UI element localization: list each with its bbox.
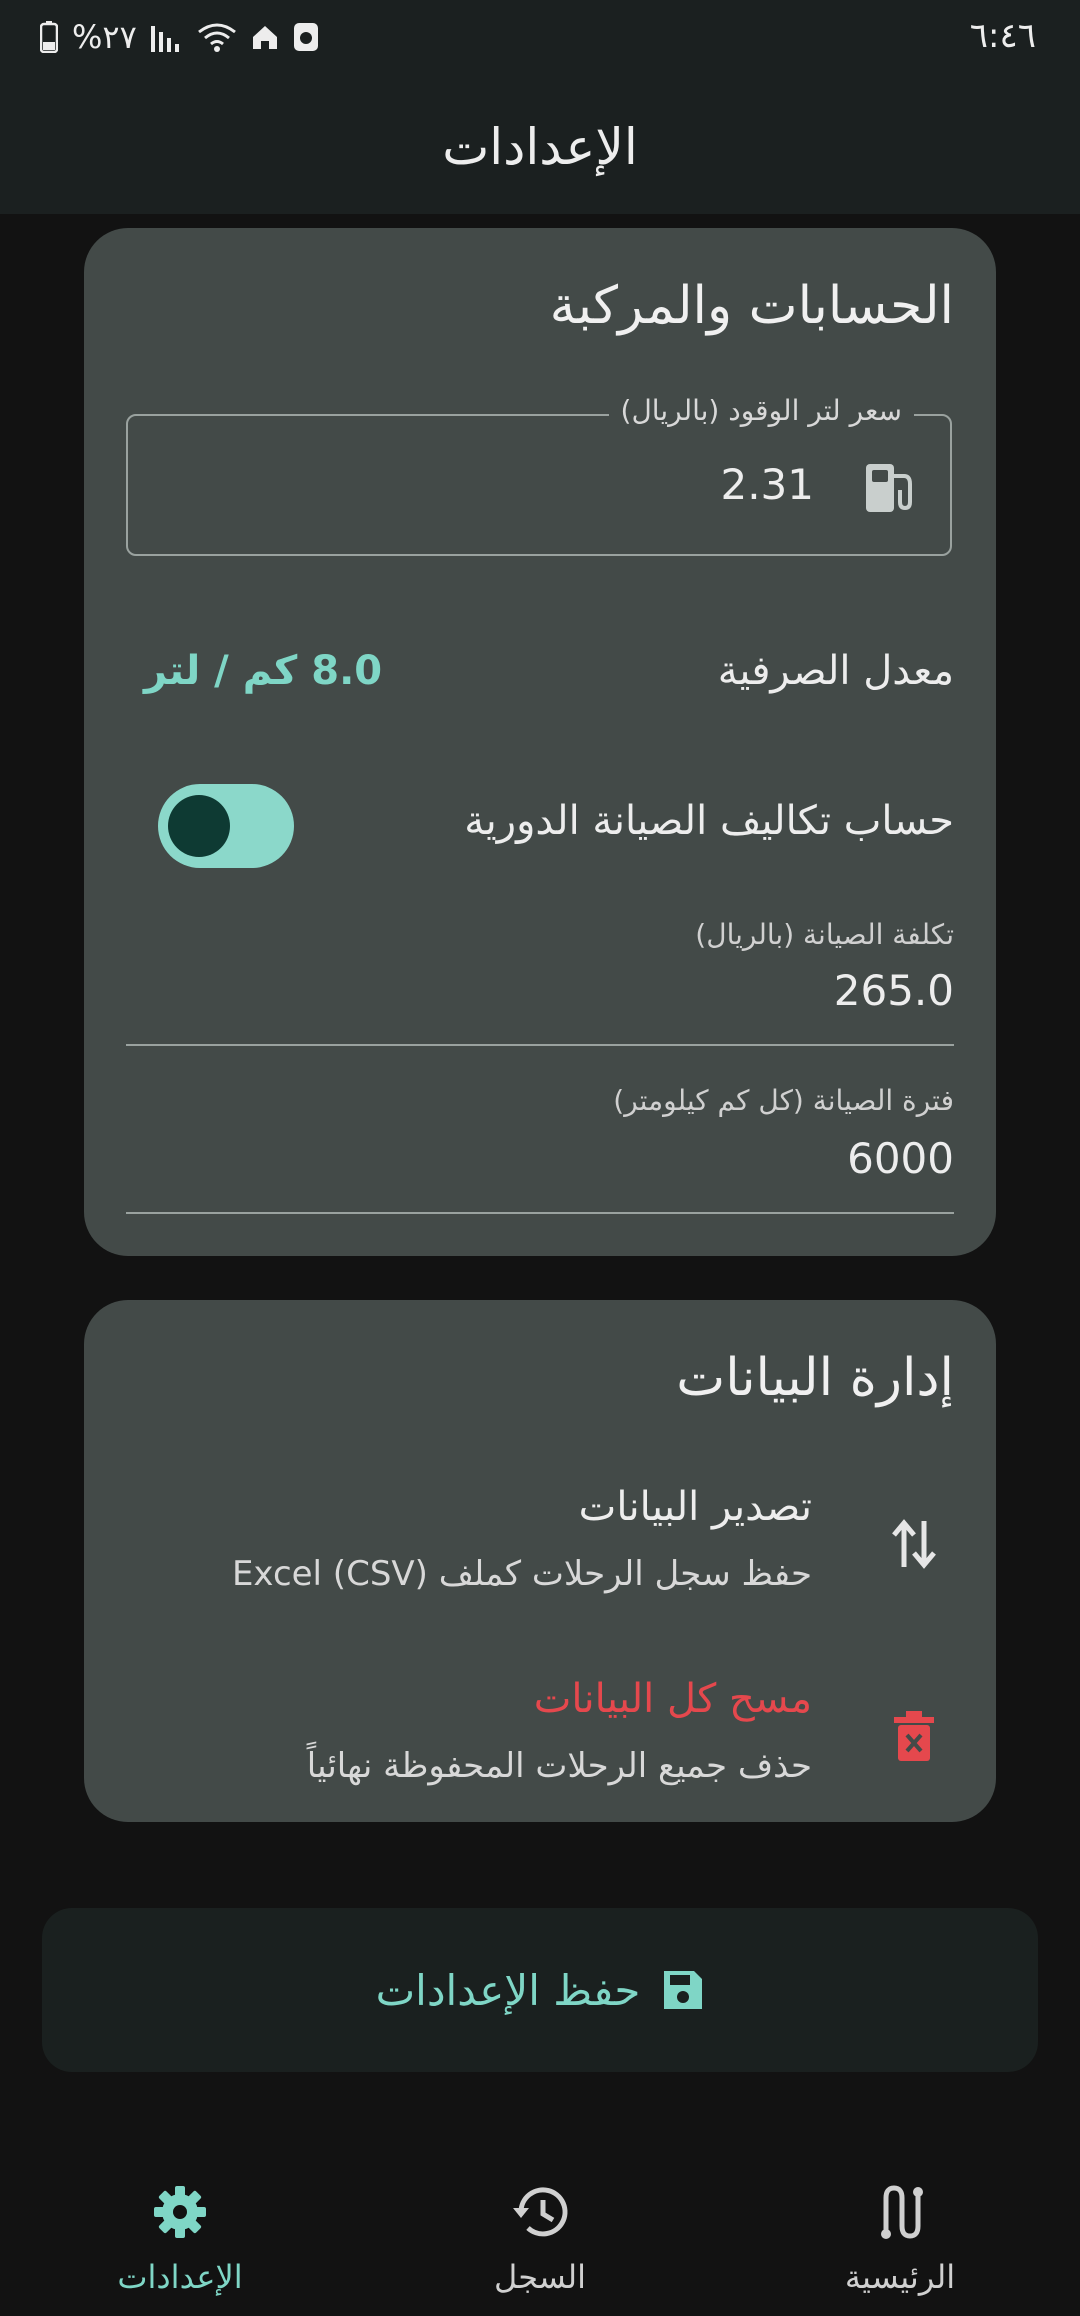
signal-icon [150,26,179,52]
wifi-icon [197,23,236,52]
maintenance-interval-input[interactable]: 6000 [847,1134,954,1183]
app-bar: الإعدادات [0,80,1080,214]
nav-history-label: السجل [493,2258,587,2296]
save-icon [664,1971,703,2009]
maintenance-cost-label: تكلفة الصيانة (بالريال) [695,918,954,951]
consumption-value: 8.0 كم / لتر [144,648,383,694]
consumption-label: معدل الصرفية [717,648,954,694]
calc-card-title: الحسابات والمركبة [549,276,954,336]
nav-home-label: الرئيسية [844,2258,956,2296]
swap-vertical-icon [874,1504,954,1584]
home-status-icon [252,26,277,49]
page-title: الإعدادات [442,118,638,176]
gear-icon [154,2186,206,2238]
data-card-title: إدارة البيانات [676,1348,954,1408]
status-time: ٦:٤٦ [969,16,1036,56]
data-card: إدارة البيانات تصدير البيانات حفظ سجل ال… [84,1300,996,1822]
nav-settings[interactable]: الإعدادات [60,2184,300,2296]
maintenance-toggle-label: حساب تكاليف الصيانة الدورية [464,798,954,844]
clear-data-title: مسح كل البيانات [533,1676,812,1722]
export-data-title: تصدير البيانات [578,1484,812,1530]
trash-icon [874,1696,954,1776]
notification-app-icon [293,23,318,51]
status-bar: %٢٧ ٦:٤٦ [0,0,1080,80]
fuel-price-label: سعر لتر الوقود (بالريال) [608,394,914,427]
maintenance-cost-underline [126,1044,954,1046]
save-settings-button[interactable]: حفظ الإعدادات [42,1908,1038,2072]
fuel-price-input[interactable]: سعر لتر الوقود (بالريال) 2.31 [126,394,952,556]
toggle-knob [168,795,230,857]
nav-settings-label: الإعدادات [117,2258,243,2296]
clear-data-subtitle: حذف جميع الرحلات المحفوظة نهائياً [306,1746,812,1786]
bottom-nav: الإعدادات السجل الرئيسية [0,2150,1080,2316]
fuel-pump-icon [866,464,912,512]
maintenance-interval-label: فترة الصيانة (كل كم كيلومتر) [613,1084,954,1117]
battery-icon [40,21,58,53]
nav-home[interactable]: الرئيسية [780,2184,1020,2296]
route-icon [881,2185,923,2239]
export-data-subtitle: حفظ سجل الرحلات كملف Excel (CSV) [231,1554,812,1594]
history-icon [513,2187,568,2237]
calc-card: الحسابات والمركبة سعر لتر الوقود (بالريا… [84,228,996,1256]
maintenance-toggle[interactable] [158,784,294,868]
maintenance-cost-input[interactable]: 265.0 [834,966,954,1015]
status-icons: %٢٧ [40,18,319,56]
save-settings-label: حفظ الإعدادات [375,1965,641,2015]
export-data-item[interactable]: تصدير البيانات حفظ سجل الرحلات كملف Exce… [126,1484,954,1614]
battery-percent: %٢٧ [72,18,137,56]
nav-history[interactable]: السجل [420,2184,660,2296]
maintenance-interval-underline [126,1212,954,1214]
clear-data-item[interactable]: مسح كل البيانات حذف جميع الرحلات المحفوظ… [126,1676,954,1806]
fuel-price-value[interactable]: 2.31 [720,460,814,509]
